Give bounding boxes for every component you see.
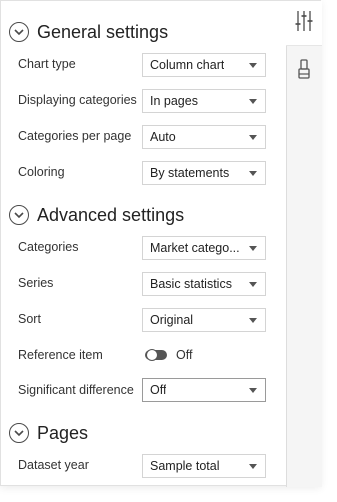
section-title: General settings [37, 21, 169, 42]
select-value: Basic statistics [150, 277, 232, 291]
section-title: Pages [37, 422, 89, 443]
caret-down-icon [249, 135, 257, 140]
select-value: By statements [150, 166, 230, 180]
pages-header[interactable]: Pages [9, 419, 88, 447]
caret-down-icon [249, 388, 257, 393]
chevron-down-icon [9, 22, 29, 42]
caret-down-icon [249, 99, 257, 104]
reference-item-label: Reference item [18, 348, 103, 362]
categories-per-page-select[interactable]: Auto [142, 125, 266, 149]
chevron-down-icon [9, 423, 29, 443]
chevron-down-icon [9, 205, 29, 225]
side-rail [286, 1, 322, 487]
dataset-year-label: Dataset year [18, 458, 89, 472]
caret-down-icon [249, 282, 257, 287]
style-tab[interactable] [286, 49, 322, 93]
sort-label: Sort [18, 312, 41, 326]
categories-select[interactable]: Market catego... [142, 236, 266, 260]
caret-down-icon [249, 464, 257, 469]
section-title: Advanced settings [37, 204, 185, 225]
general-settings-header[interactable]: General settings [9, 18, 168, 46]
select-value: Original [150, 313, 194, 327]
significant-difference-select[interactable]: Off [142, 378, 266, 402]
chart-type-select[interactable]: Column chart [142, 53, 266, 77]
displaying-categories-select[interactable]: In pages [142, 89, 266, 113]
caret-down-icon [249, 63, 257, 68]
categories-label: Categories [18, 240, 79, 254]
settings-panel: General settings Chart type Column chart… [0, 0, 322, 487]
dataset-year-select[interactable]: Sample total [142, 454, 266, 478]
coloring-label: Coloring [18, 165, 65, 179]
select-value: Off [150, 383, 167, 397]
select-value: In pages [150, 94, 198, 108]
displaying-categories-label: Displaying categories [18, 93, 137, 107]
caret-down-icon [249, 318, 257, 323]
caret-down-icon [249, 171, 257, 176]
categories-per-page-label: Categories per page [18, 129, 132, 143]
significant-difference-label: Significant difference [18, 383, 134, 397]
toggle-knob [146, 349, 158, 361]
caret-down-icon [249, 246, 257, 251]
sliders-icon [294, 10, 314, 37]
sort-select[interactable]: Original [142, 308, 266, 332]
chart-settings-tab[interactable] [286, 1, 322, 46]
coloring-select[interactable]: By statements [142, 161, 266, 185]
reference-item-toggle-text: Off [176, 348, 193, 362]
series-select[interactable]: Basic statistics [142, 272, 266, 296]
advanced-settings-header[interactable]: Advanced settings [9, 201, 184, 229]
chart-type-label: Chart type [18, 57, 76, 71]
series-label: Series [18, 276, 54, 290]
select-value: Auto [150, 130, 176, 144]
paint-brush-icon [296, 58, 312, 85]
select-value: Market catego... [150, 241, 240, 255]
select-value: Sample total [150, 459, 220, 473]
reference-item-toggle[interactable] [145, 349, 167, 361]
select-value: Column chart [150, 58, 225, 72]
